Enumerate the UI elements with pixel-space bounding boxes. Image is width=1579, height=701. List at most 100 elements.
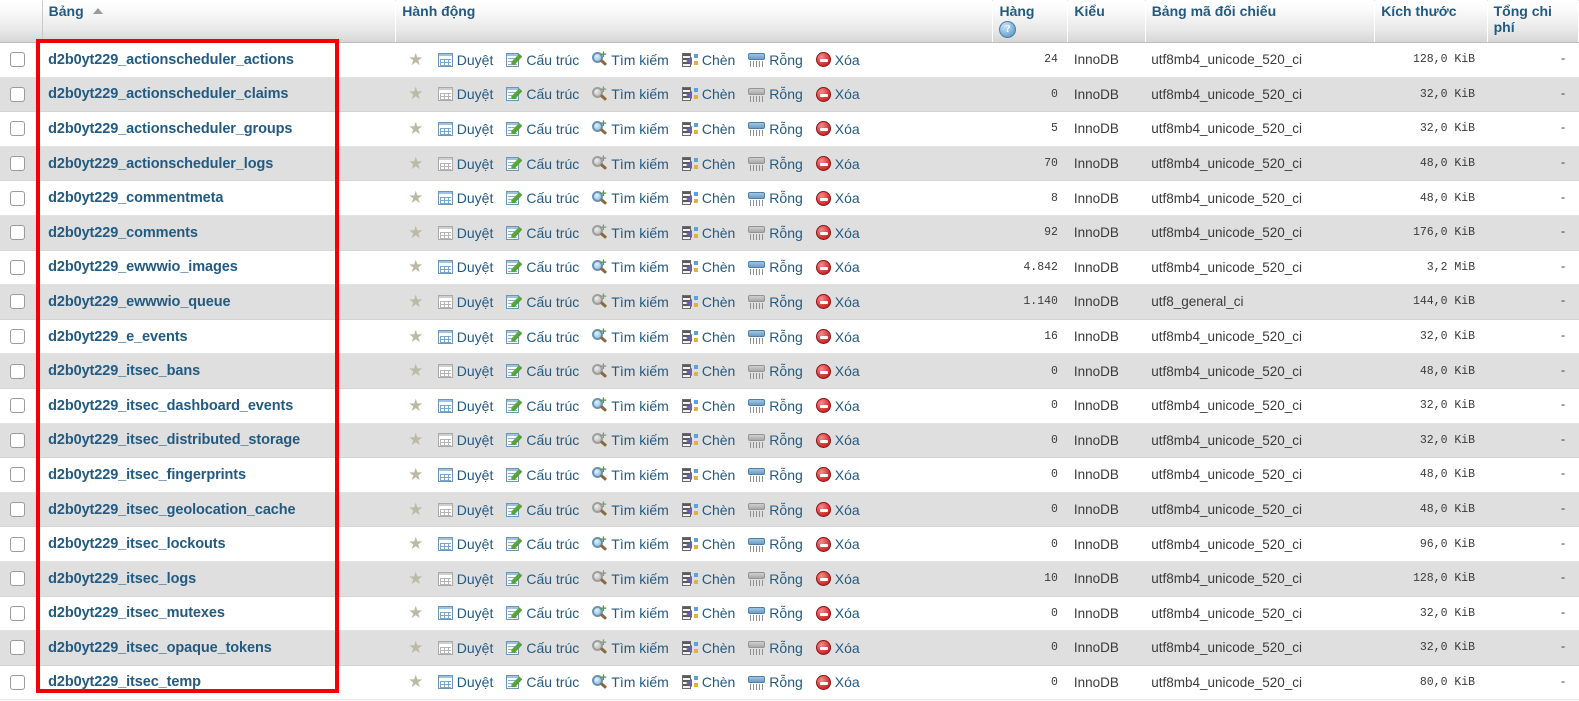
row-checkbox-cell[interactable] — [0, 180, 43, 216]
table-name-cell[interactable]: d2b0yt229_itsec_mutexes — [42, 596, 396, 632]
action-browse[interactable]: Duyệt — [437, 467, 493, 483]
action-structure[interactable]: Cấu trúc — [506, 398, 579, 414]
table-name-cell[interactable]: d2b0yt229_itsec_bans — [42, 353, 396, 389]
action-empty[interactable]: Rỗng — [748, 86, 803, 102]
star-icon[interactable]: ★ — [408, 328, 424, 345]
action-drop[interactable]: Xóa — [815, 432, 860, 448]
action-drop[interactable]: Xóa — [815, 190, 860, 206]
table-name-cell[interactable]: d2b0yt229_itsec_distributed_storage — [42, 423, 396, 459]
action-insert[interactable]: Chèn — [681, 605, 735, 621]
action-drop[interactable]: Xóa — [815, 259, 860, 275]
table-name-link[interactable]: d2b0yt229_itsec_logs — [48, 571, 196, 587]
action-structure[interactable]: Cấu trúc — [506, 502, 579, 518]
star-icon[interactable]: ★ — [408, 604, 424, 621]
action-search[interactable]: + Tìm kiếm — [592, 361, 669, 379]
row-checkbox-cell[interactable] — [0, 111, 43, 147]
action-insert[interactable]: Chèn — [681, 674, 735, 690]
star-icon[interactable]: ★ — [408, 570, 424, 587]
action-insert[interactable]: Chèn — [681, 86, 735, 102]
action-empty[interactable]: Rỗng — [748, 605, 803, 621]
table-name-cell[interactable]: d2b0yt229_actionscheduler_groups — [42, 111, 396, 147]
action-search[interactable]: + Tìm kiếm — [592, 500, 669, 518]
table-name-cell[interactable]: d2b0yt229_itsec_dashboard_events — [42, 388, 396, 424]
action-structure[interactable]: Cấu trúc — [506, 674, 579, 690]
action-browse[interactable]: Duyệt — [437, 52, 493, 68]
row-checkbox-cell[interactable] — [0, 665, 43, 701]
action-insert[interactable]: Chèn — [681, 398, 735, 414]
action-structure[interactable]: Cấu trúc — [506, 571, 579, 587]
row-checkbox[interactable] — [10, 329, 25, 345]
action-search[interactable]: + Tìm kiếm — [592, 638, 669, 656]
row-checkbox-cell[interactable] — [0, 42, 43, 78]
action-empty[interactable]: Rỗng — [748, 536, 803, 552]
row-checkbox-cell[interactable] — [0, 423, 43, 459]
table-name-cell[interactable]: d2b0yt229_e_events — [42, 319, 396, 355]
action-structure[interactable]: Cấu trúc — [506, 432, 579, 448]
table-name-link[interactable]: d2b0yt229_actionscheduler_claims — [48, 86, 288, 102]
row-checkbox[interactable] — [10, 121, 25, 137]
row-checkbox[interactable] — [10, 536, 25, 552]
star-icon[interactable]: ★ — [408, 155, 424, 172]
action-search[interactable]: + Tìm kiếm — [592, 84, 669, 102]
table-name-cell[interactable]: d2b0yt229_itsec_temp — [42, 665, 396, 701]
action-empty[interactable]: Rỗng — [748, 329, 803, 345]
action-empty[interactable]: Rỗng — [748, 363, 803, 379]
action-structure[interactable]: Cấu trúc — [506, 640, 579, 656]
action-drop[interactable]: Xóa — [815, 86, 860, 102]
action-empty[interactable]: Rỗng — [748, 52, 803, 68]
table-name-link[interactable]: d2b0yt229_itsec_lockouts — [48, 536, 225, 552]
action-browse[interactable]: Duyệt — [437, 329, 493, 345]
row-checkbox-cell[interactable] — [0, 457, 43, 493]
row-checkbox[interactable] — [10, 640, 25, 656]
table-name-link[interactable]: d2b0yt229_commentmeta — [48, 190, 223, 206]
row-checkbox[interactable] — [10, 294, 25, 310]
action-structure[interactable]: Cấu trúc — [506, 121, 579, 137]
action-browse[interactable]: Duyệt — [437, 432, 493, 448]
action-drop[interactable]: Xóa — [815, 502, 860, 518]
star-icon[interactable]: ★ — [408, 120, 424, 137]
action-structure[interactable]: Cấu trúc — [506, 52, 579, 68]
row-checkbox[interactable] — [10, 52, 25, 68]
table-name-link[interactable]: d2b0yt229_itsec_opaque_tokens — [48, 640, 272, 656]
action-drop[interactable]: Xóa — [815, 640, 860, 656]
star-icon[interactable]: ★ — [408, 466, 424, 483]
action-browse[interactable]: Duyệt — [437, 674, 493, 690]
table-name-link[interactable]: d2b0yt229_itsec_dashboard_events — [48, 398, 293, 414]
action-browse[interactable]: Duyệt — [437, 225, 493, 241]
star-icon[interactable]: ★ — [408, 397, 424, 414]
action-search[interactable]: + Tìm kiếm — [592, 154, 669, 172]
action-insert[interactable]: Chèn — [681, 259, 735, 275]
table-name-cell[interactable]: d2b0yt229_commentmeta — [42, 180, 396, 216]
action-insert[interactable]: Chèn — [681, 329, 735, 345]
action-browse[interactable]: Duyệt — [437, 121, 493, 137]
action-empty[interactable]: Rỗng — [748, 259, 803, 275]
action-empty[interactable]: Rỗng — [748, 225, 803, 241]
action-browse[interactable]: Duyệt — [437, 398, 493, 414]
action-empty[interactable]: Rỗng — [748, 467, 803, 483]
action-search[interactable]: + Tìm kiếm — [592, 50, 669, 68]
action-empty[interactable]: Rỗng — [748, 640, 803, 656]
action-insert[interactable]: Chèn — [681, 467, 735, 483]
table-name-link[interactable]: d2b0yt229_itsec_bans — [48, 363, 200, 379]
action-empty[interactable]: Rỗng — [748, 674, 803, 690]
action-browse[interactable]: Duyệt — [437, 571, 493, 587]
table-name-cell[interactable]: d2b0yt229_itsec_logs — [42, 561, 396, 597]
action-drop[interactable]: Xóa — [815, 52, 860, 68]
star-icon[interactable]: ★ — [408, 51, 424, 68]
action-search[interactable]: + Tìm kiếm — [592, 223, 669, 241]
action-search[interactable]: + Tìm kiếm — [592, 603, 669, 621]
action-browse[interactable]: Duyệt — [437, 605, 493, 621]
table-name-cell[interactable]: d2b0yt229_ewwwio_queue — [42, 284, 396, 320]
header-type[interactable]: Kiểu — [1067, 0, 1146, 43]
action-structure[interactable]: Cấu trúc — [506, 294, 579, 310]
row-checkbox[interactable] — [10, 363, 25, 379]
action-empty[interactable]: Rỗng — [748, 121, 803, 137]
action-empty[interactable]: Rỗng — [748, 432, 803, 448]
table-name-link[interactable]: d2b0yt229_itsec_temp — [48, 674, 201, 690]
action-insert[interactable]: Chèn — [681, 432, 735, 448]
star-icon[interactable]: ★ — [408, 293, 424, 310]
row-checkbox[interactable] — [10, 432, 25, 448]
star-icon[interactable]: ★ — [408, 362, 424, 379]
table-name-link[interactable]: d2b0yt229_actionscheduler_groups — [48, 121, 292, 137]
table-name-link[interactable]: d2b0yt229_itsec_mutexes — [48, 605, 225, 621]
